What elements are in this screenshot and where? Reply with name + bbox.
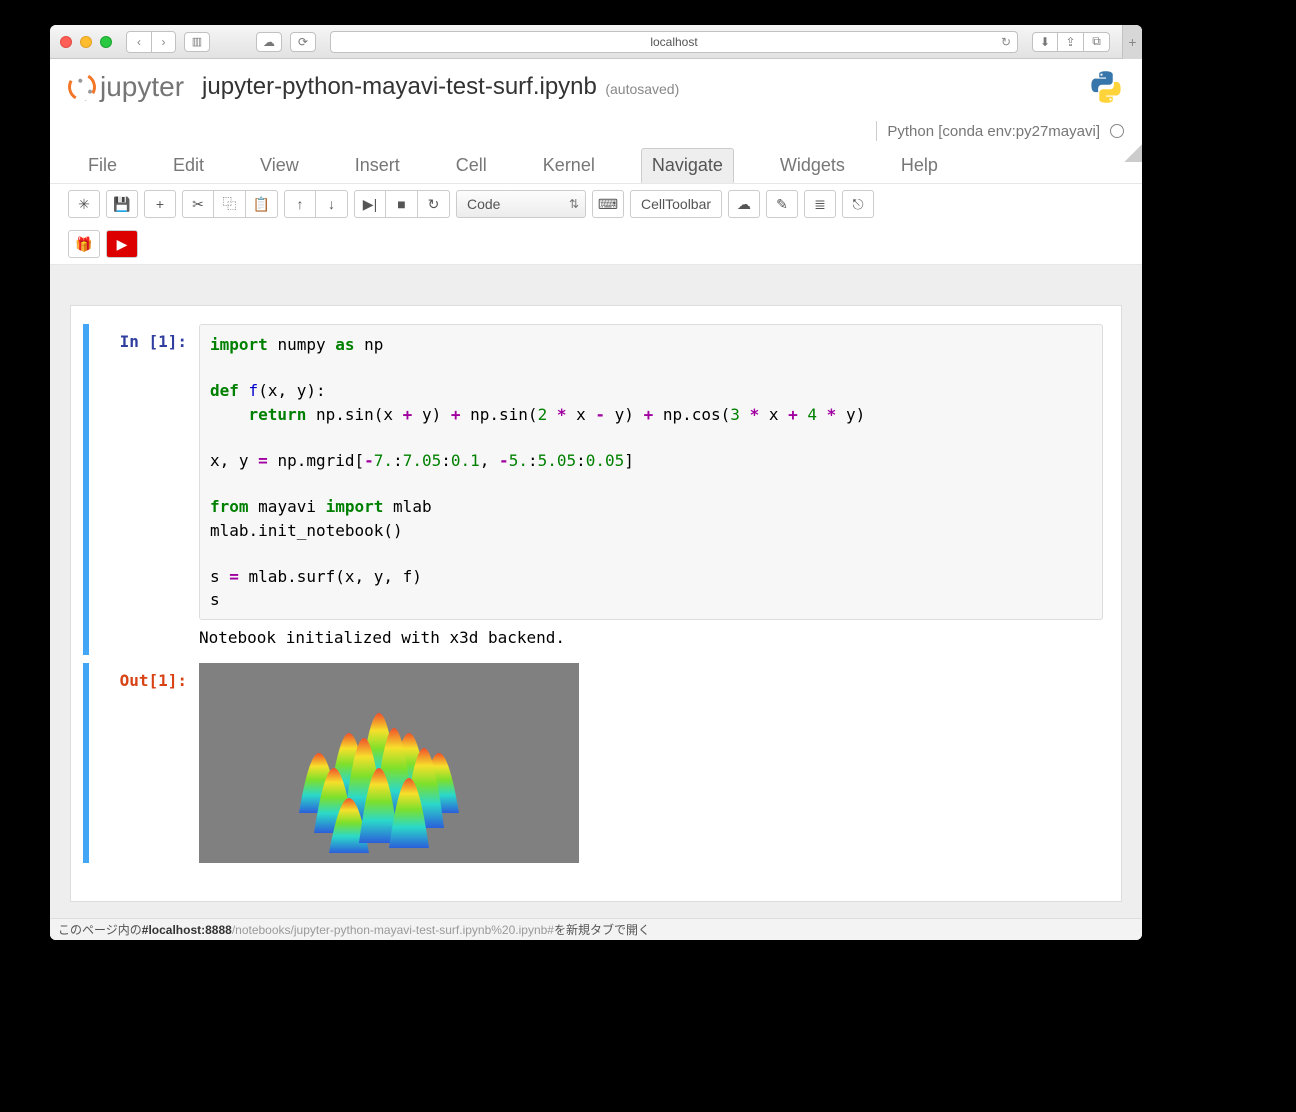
close-window-button[interactable] [60, 36, 72, 48]
minimize-window-button[interactable] [80, 36, 92, 48]
reload-icon[interactable]: ↻ [1001, 35, 1011, 49]
restart-button[interactable]: ↻ [418, 190, 450, 218]
celltype-select[interactable]: Code [456, 190, 586, 218]
menu-kernel[interactable]: Kernel [533, 149, 605, 182]
kernel-bar: Python [conda env:py27mayavi] [50, 114, 1142, 148]
menu-view[interactable]: View [250, 149, 309, 182]
notebook-container: In [1]: import numpy as np def f(x, y): … [70, 305, 1122, 902]
nav-back-button[interactable]: ‹ [127, 32, 151, 52]
notebook-area[interactable]: In [1]: import numpy as np def f(x, y): … [50, 265, 1142, 940]
jupyter-logo[interactable]: jupyter [68, 71, 184, 103]
move-down-button[interactable]: ↓ [316, 190, 348, 218]
browser-titlebar: ‹ › ▥ ☁ ⟳ localhost ↻ ⬇ ⇪ ⧉ + [50, 25, 1142, 59]
browser-status-bar: このページ内の#localhost:8888/notebooks/jupyter… [50, 918, 1142, 940]
new-tab-button[interactable]: + [1122, 25, 1142, 59]
jupyter-logo-icon [68, 73, 96, 101]
nav-buttons: ‹ › [126, 31, 176, 53]
disk-save-button[interactable]: 💾 [106, 190, 138, 218]
menu-navigate[interactable]: Navigate [641, 148, 734, 183]
code-cell[interactable]: In [1]: import numpy as np def f(x, y): … [83, 324, 1103, 655]
youtube-button[interactable]: ▶ [106, 230, 138, 258]
gift-button[interactable]: 🎁 [68, 230, 100, 258]
sidebar-toggle-button[interactable]: ▥ [184, 32, 210, 52]
address-bar[interactable]: localhost ↻ [330, 31, 1018, 53]
kernel-name: Python [conda env:py27mayavi] [887, 123, 1100, 140]
menu-bar: File Edit View Insert Cell Kernel Naviga… [50, 148, 1142, 184]
move-up-button[interactable]: ↑ [284, 190, 316, 218]
show-tabs-button[interactable]: ⧉ [1084, 32, 1110, 52]
downloads-button[interactable]: ⬇ [1032, 32, 1058, 52]
address-text: localhost [650, 35, 697, 49]
run-button[interactable]: ▶| [354, 190, 386, 218]
edit-mode-indicator-icon [1124, 144, 1142, 162]
paste-button[interactable]: 📋 [246, 190, 278, 218]
menu-insert[interactable]: Insert [345, 149, 410, 182]
toolbar-right: ⬇ ⇪ ⧉ [1032, 32, 1110, 52]
kernel-indicator-icon [1110, 124, 1124, 138]
icloud-tabs-button[interactable]: ☁ [256, 32, 282, 52]
jupyter-header: jupyter jupyter-python-mayavi-test-surf.… [50, 59, 1142, 114]
nav-forward-button[interactable]: › [151, 32, 175, 52]
cut-button[interactable]: ✂ [182, 190, 214, 218]
fullscreen-window-button[interactable] [100, 36, 112, 48]
notebook-title[interactable]: jupyter-python-mayavi-test-surf.ipynb (a… [202, 73, 679, 101]
celltype-value: Code [467, 196, 500, 212]
status-host: #localhost:8888 [142, 923, 232, 937]
traffic-lights [60, 36, 112, 48]
toolbar: ✳ 💾 + ✂ ⿻ 📋 ↑ ↓ ▶| ■ ↻ Code ⌨ CellToolba… [50, 184, 1142, 265]
menu-widgets[interactable]: Widgets [770, 149, 855, 182]
autosave-label: (autosaved) [605, 81, 679, 97]
copy-button[interactable]: ⿻ [214, 190, 246, 218]
status-post: を新規タブで開く [554, 921, 650, 938]
celltoolbar-label[interactable]: CellToolbar [630, 190, 722, 218]
code-input[interactable]: import numpy as np def f(x, y): return n… [199, 324, 1103, 620]
menu-file[interactable]: File [78, 149, 127, 182]
status-path: /notebooks/jupyter-python-mayavi-test-su… [232, 923, 554, 937]
menu-cell[interactable]: Cell [446, 149, 497, 182]
safari-window: ‹ › ▥ ☁ ⟳ localhost ↻ ⬇ ⇪ ⧉ + jupyter ju… [50, 25, 1142, 940]
output-cell: Out[1]: [83, 663, 1103, 863]
output-prompt: Out[1]: [89, 663, 199, 863]
github-button[interactable]: ⎋ [842, 190, 874, 218]
menu-help[interactable]: Help [891, 149, 948, 182]
mayavi-surface-plot[interactable] [199, 663, 579, 863]
stop-button[interactable]: ■ [386, 190, 418, 218]
stream-output: Notebook initialized with x3d backend. [199, 620, 1103, 655]
refresh-page-button[interactable]: ⟳ [290, 32, 316, 52]
save-button[interactable]: ✳ [68, 190, 100, 218]
notebook-title-text: jupyter-python-mayavi-test-surf.ipynb [202, 73, 597, 100]
toc-button[interactable]: ≣ [804, 190, 836, 218]
status-pre: このページ内の [58, 921, 142, 938]
paint-button[interactable]: ✎ [766, 190, 798, 218]
python-kernel-icon [1088, 69, 1124, 105]
menu-edit[interactable]: Edit [163, 149, 214, 182]
cloud-button[interactable]: ☁ [728, 190, 760, 218]
input-prompt: In [1]: [89, 324, 199, 655]
jupyter-logo-text: jupyter [100, 71, 184, 103]
add-cell-button[interactable]: + [144, 190, 176, 218]
command-palette-button[interactable]: ⌨ [592, 190, 624, 218]
share-button[interactable]: ⇪ [1058, 32, 1084, 52]
